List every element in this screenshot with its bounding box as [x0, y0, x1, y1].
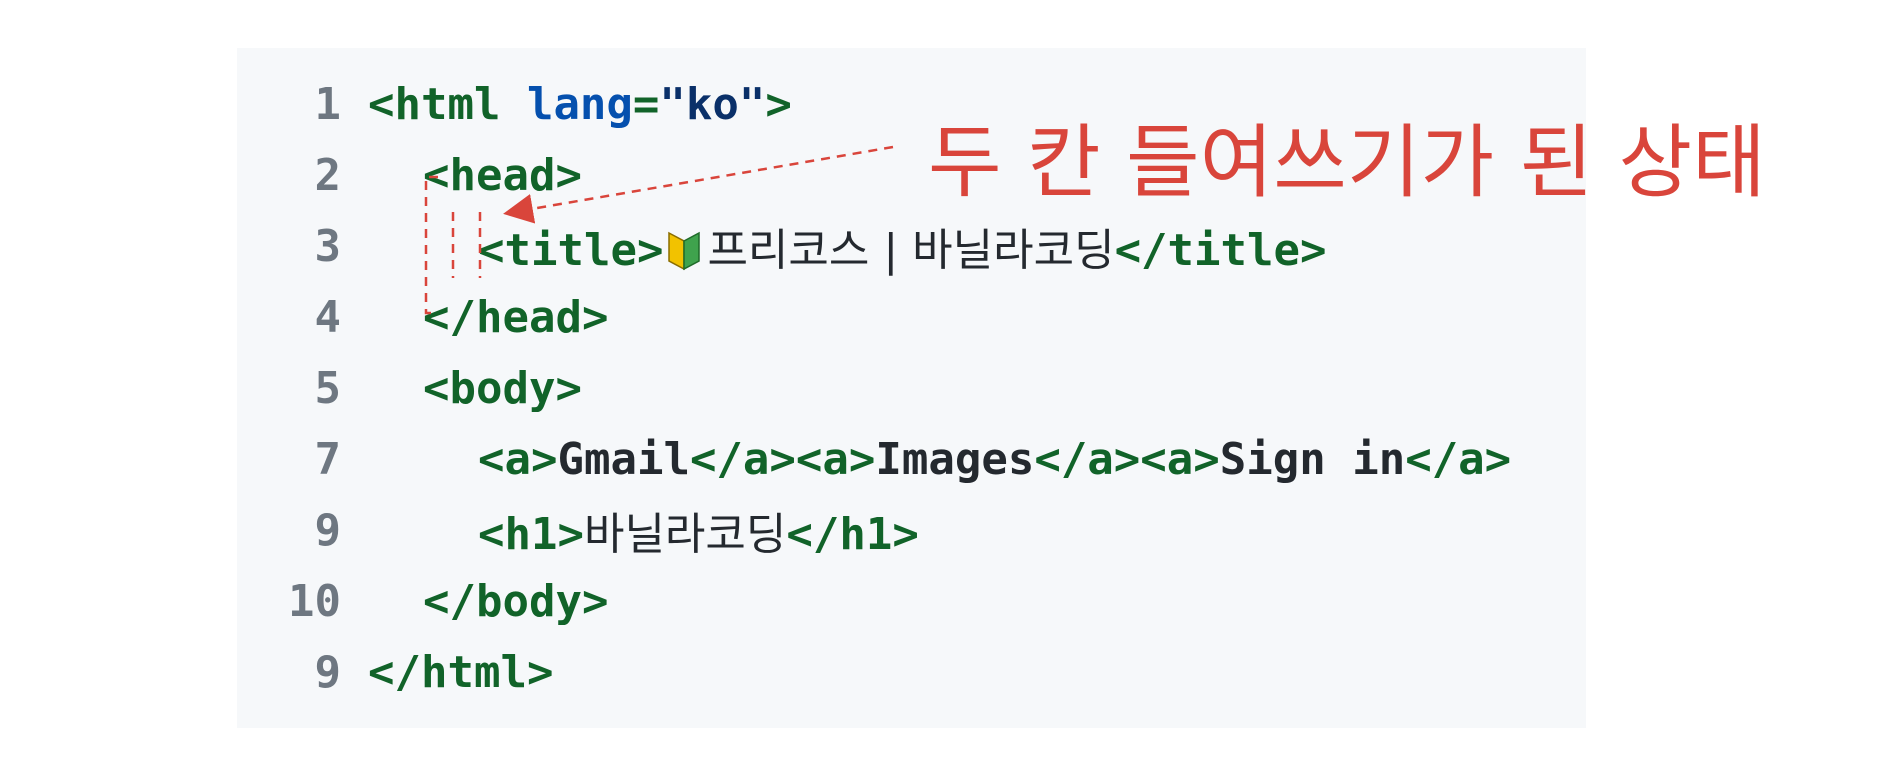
line-number: 10 [288, 575, 341, 627]
code-text: <body> [423, 362, 582, 414]
line-number: 2 [314, 149, 342, 201]
code-text: </body> [423, 575, 609, 627]
code-text: </head> [423, 291, 609, 343]
line-number: 4 [314, 291, 342, 343]
line-number: 3 [314, 220, 342, 272]
beginner-badge-icon [668, 231, 701, 271]
code-text: </html> [368, 646, 554, 698]
indent-annotation: 두 칸 들여쓰기가 된 상태 [928, 116, 1766, 209]
line-number: 9 [314, 646, 342, 698]
code-text: <html lang="ko"> [368, 78, 792, 130]
code-text: <h1>바닐라코딩</h1> [478, 509, 919, 560]
code-text: <a>Gmail</a><a>Images</a><a>Sign in</a> [478, 433, 1512, 485]
line-number: 9 [314, 504, 342, 556]
code-text: <title> 프리코스 | 바닐라코딩</title> [478, 225, 1327, 276]
line-number: 1 [314, 78, 342, 130]
code-text: <head> [423, 149, 582, 201]
line-number: 5 [314, 362, 342, 414]
line-number: 7 [314, 433, 342, 485]
